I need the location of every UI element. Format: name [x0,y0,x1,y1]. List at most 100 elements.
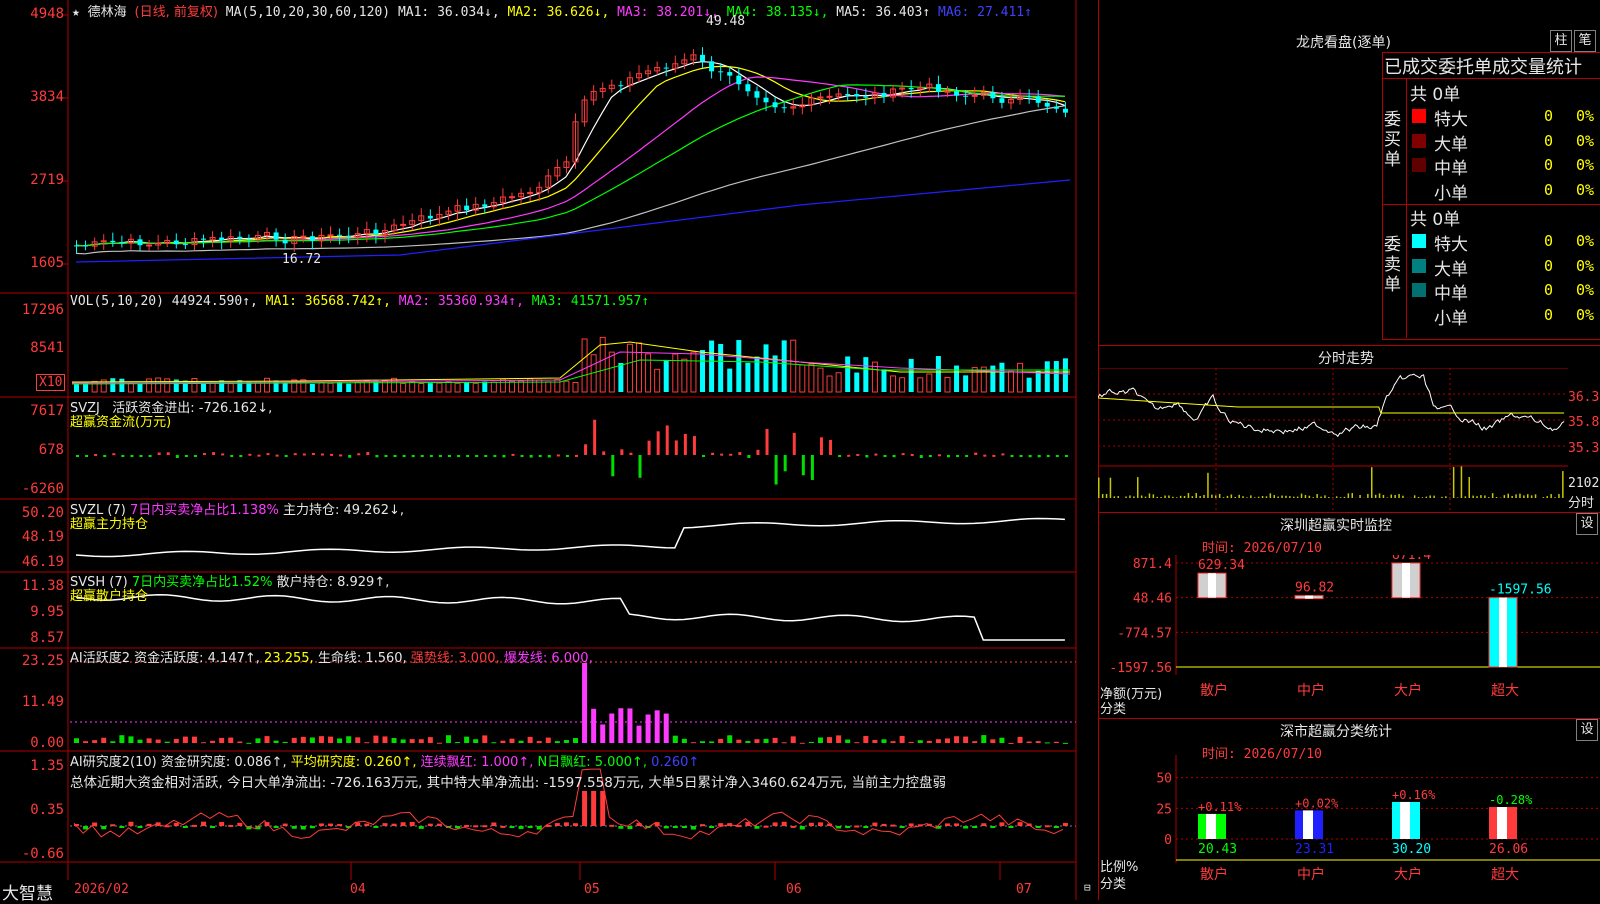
buy-row-name: 小单 [1434,179,1468,204]
bar-view-button[interactable]: 柱 [1550,30,1572,52]
fund-flow-bar [639,455,642,478]
order-stats-header[interactable]: 已成交委托单成交量统计 [1384,53,1582,79]
ma-params: MA(5,10,20,30,60,120) [226,5,390,20]
candle-body-up [972,95,977,96]
fund-flow-bar [421,455,424,457]
monitor-y-label: -1597.56 [1109,661,1172,676]
ai2-v4: N日飘红: 5.000↑, [538,755,647,770]
classify-value-label: 20.43 [1198,842,1237,857]
research-bar [138,826,143,828]
fund-flow-bar [684,434,687,455]
activity-bar [854,742,859,743]
fund-flow-bar [330,454,333,456]
candle-body-down [74,245,79,246]
minute-volume-bar [1519,494,1521,498]
minute-volume-bar [1196,493,1198,498]
research-bar [700,824,705,826]
minute-volume-bar [1305,495,1307,498]
minute-volume-bar [1418,497,1420,498]
classify-category-label: 超大 [1491,867,1519,883]
activity-bar [301,737,306,743]
research-bar [1008,826,1013,828]
main-header: ★ 德林海 (日线, 前复权) MA(5,10,20,30,60,120) MA… [72,1,1032,20]
fund-flow-bar [947,455,950,457]
research-bar [664,826,669,828]
minute-volume-bar [1277,496,1279,498]
minute-volume-bar [1433,496,1435,498]
candle-body-down [373,230,378,235]
sell-orders-label: 委卖单 [1384,235,1404,295]
ai1-v3: 生命线: 1.560, [318,651,407,666]
ai1-v1: 资金活跃度: 4.147↑, [134,651,260,666]
monitor-category-label: 超大 [1491,683,1519,699]
monitor-settings-button[interactable]: 设 [1576,513,1598,535]
research-bar [709,826,714,828]
monitor-time: 时间: 2026/07/10 [1202,537,1322,556]
candle-body-down [1063,109,1068,113]
activity-bar [609,713,614,743]
volume-bar [854,373,859,392]
tick-view-button[interactable]: 笔 [1574,30,1596,52]
volume-bar [192,379,197,392]
research-bar [764,826,769,828]
activity-bar [1018,737,1023,743]
activity-bar [872,740,877,743]
ai2-title: AI研究度2(10) [70,755,157,770]
classify-category-label: 中户 [1297,866,1325,883]
research-bar [382,823,387,826]
candle-body-down [954,91,959,95]
minute-volume-bar [1192,496,1194,498]
volume-bar [918,378,923,392]
activity-bar [546,738,551,743]
main-y-label: 2719 [4,172,64,188]
sell-row-name: 大单 [1434,255,1468,280]
research-bar [718,823,723,826]
activity-bar [165,742,170,743]
activity-bar [564,740,569,743]
ma-line [76,77,1065,246]
monitor-value-label: 871.4 [1392,555,1431,563]
research-bar [537,826,542,830]
candle-body-down [745,84,750,91]
monitor-bar-highlight [1499,598,1507,667]
candle-body-down [337,235,342,236]
volume-bar [419,384,424,392]
sell-row-pct: 0% [1576,232,1594,250]
activity-bar [555,741,560,743]
monitor-y-label: 871.4 [1133,557,1172,572]
research-bar [845,826,850,828]
minute-volume-bar [1129,495,1131,498]
svzj-name: 超赢资金流(万元) [70,411,171,430]
candle-body-down [274,232,279,239]
minute-volume-bar [1554,497,1556,498]
sell-row-pct: 0% [1576,306,1594,324]
candle-body-down [664,68,669,69]
volume-bar [446,382,451,392]
minute-chart[interactable] [1098,368,1568,510]
classify-settings-button[interactable]: 设 [1576,719,1598,741]
classify-bar-highlight [1206,814,1216,839]
minute-volume-bar [1371,467,1373,498]
vol-ma3: MA3: 41571.957↑ [532,294,649,309]
minute-volume-bar [1391,495,1393,498]
minute-volume-bar [1281,496,1283,498]
monitor-value-label: 96.82 [1295,581,1334,596]
vol-unit-button[interactable]: X10 [36,374,65,391]
fund-flow-bar [702,455,705,457]
research-bar [1063,823,1068,826]
volume-bar [809,364,814,392]
fund-flow-bar [1065,455,1068,457]
research-bar [401,822,406,826]
minute-volume-bar [1125,496,1127,498]
ai2-y-label: 1.35 [4,758,64,774]
volume-bar [1045,361,1050,392]
minute-volume-bar [1172,497,1174,498]
candle-body-down [346,236,351,237]
activity-bar [346,736,351,743]
fund-flow-bar [348,455,351,458]
lock-icon[interactable]: ⊟ [1084,881,1091,894]
activity-bar [410,739,415,743]
activity-bar [718,739,723,743]
classify-y-label: 0 [1164,833,1172,848]
stock-name[interactable]: 德林海 [88,5,127,20]
